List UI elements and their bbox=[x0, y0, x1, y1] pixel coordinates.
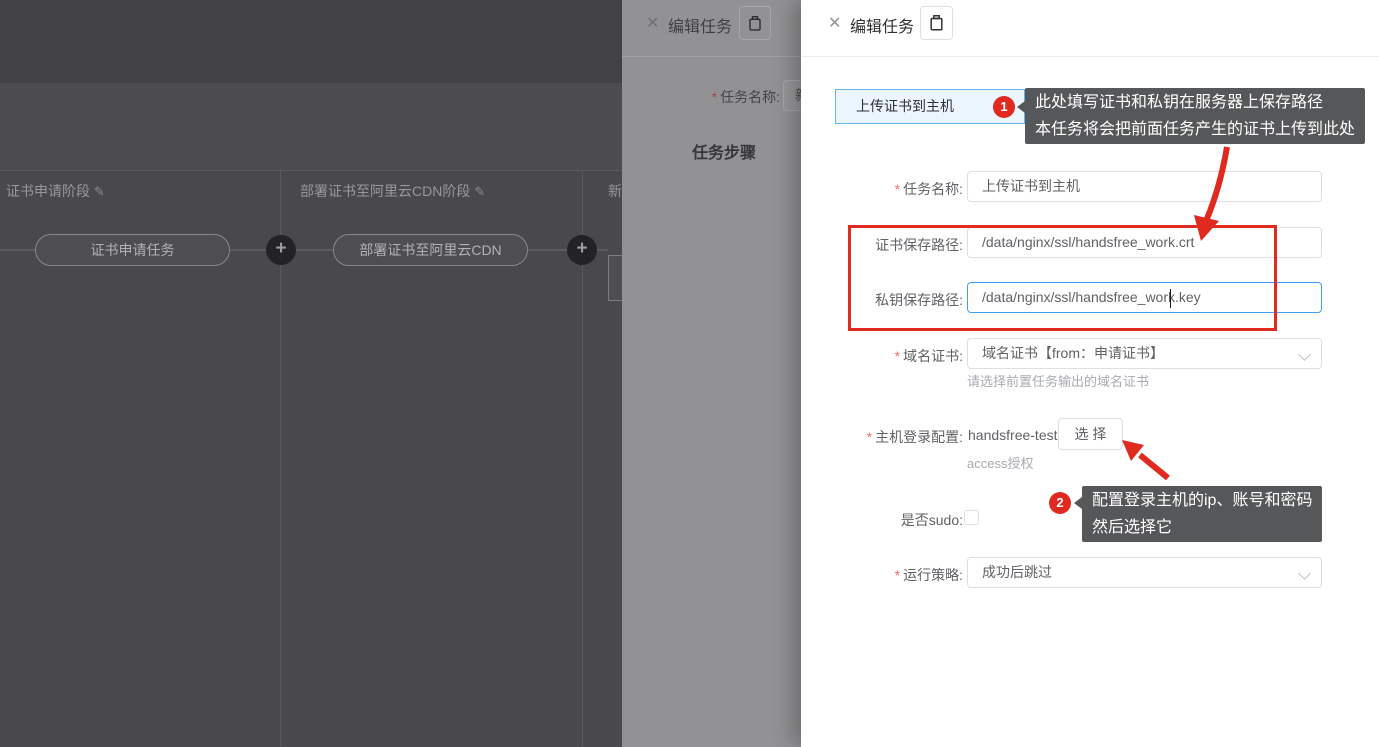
field-label: 私钥保存路径: bbox=[823, 290, 963, 310]
host-login-value: handsfree-test bbox=[968, 427, 1058, 443]
annotation-step-2-badge: 2 bbox=[1049, 492, 1071, 514]
chevron-down-icon[interactable] bbox=[1298, 567, 1311, 580]
key-path-value: /data/nginx/ssl/handsfree_work.key bbox=[982, 289, 1201, 305]
task-steps-heading: 任务步骤 bbox=[692, 139, 756, 163]
tooltip-line: 然后选择它 bbox=[1092, 514, 1312, 541]
divider bbox=[622, 56, 801, 57]
workflow-toolbar bbox=[0, 83, 622, 170]
required-mark: * bbox=[895, 567, 900, 583]
domain-cert-select[interactable]: 域名证书【from：申请证书】 bbox=[967, 338, 1322, 369]
required-mark: * bbox=[895, 181, 900, 197]
field-helper: access授权 bbox=[967, 453, 1033, 472]
field-label: *任务名称: bbox=[640, 87, 780, 107]
host-select-button[interactable]: 选 择 bbox=[1058, 418, 1123, 450]
task-node-label: 证书申请任务 bbox=[91, 240, 175, 260]
field-label: 是否sudo: bbox=[823, 510, 963, 530]
field-label: *主机登录配置: bbox=[823, 427, 963, 447]
annotation-tooltip-1: 此处填写证书和私钥在服务器上保存路径 本任务将会把前面任务产生的证书上传到此处 bbox=[1025, 88, 1365, 144]
run-strategy-select[interactable]: 成功后跳过 bbox=[967, 557, 1322, 588]
app-topbar bbox=[0, 0, 622, 83]
stage-title: 部署证书至阿里云CDN阶段 bbox=[300, 183, 470, 199]
stage-header: 部署证书至阿里云CDN阶段 ✎ bbox=[300, 181, 485, 201]
task-node-deploy-cdn[interactable]: 部署证书至阿里云CDN bbox=[333, 234, 528, 266]
drawer-title: 编辑任务 bbox=[850, 13, 914, 37]
add-task-button[interactable]: + bbox=[266, 235, 296, 265]
task-name-input-back[interactable]: 新 bbox=[783, 80, 801, 111]
close-icon[interactable]: ✕ bbox=[828, 13, 841, 33]
tooltip-line: 配置登录主机的ip、账号和密码 bbox=[1092, 487, 1312, 514]
field-label: *域名证书: bbox=[823, 346, 963, 366]
edit-stage-icon[interactable]: ✎ bbox=[474, 184, 485, 199]
key-path-input[interactable]: /data/nginx/ssl/handsfree_work.key bbox=[967, 282, 1322, 313]
delete-task-button[interactable] bbox=[739, 6, 771, 40]
field-label: *运行策略: bbox=[823, 565, 963, 585]
stage-header: 新阶段 bbox=[608, 181, 622, 201]
drawer-title: 编辑任务 bbox=[668, 13, 732, 37]
stage-title: 新阶段 bbox=[608, 183, 622, 199]
tooltip-line: 本任务将会把前面任务产生的证书上传到此处 bbox=[1035, 116, 1355, 143]
annotation-step-1-badge: 1 bbox=[993, 96, 1015, 118]
task-node-cert-request[interactable]: 证书申请任务 bbox=[35, 234, 230, 266]
field-helper: 请选择前置任务输出的域名证书 bbox=[967, 371, 1149, 390]
tooltip-line: 此处填写证书和私钥在服务器上保存路径 bbox=[1035, 89, 1355, 116]
required-mark: * bbox=[712, 89, 717, 105]
delete-task-button[interactable] bbox=[920, 6, 953, 40]
add-task-button[interactable]: + bbox=[567, 235, 597, 265]
field-label: 证书保存路径: bbox=[823, 235, 963, 255]
trash-icon bbox=[747, 15, 763, 32]
workflow-background: 证书申请阶段 ✎ 部署证书至阿里云CDN阶段 ✎ 新阶段 证书申请任务 + 部署证书… bbox=[0, 0, 622, 747]
edit-task-drawer-back: ✕ 编辑任务 *任务名称: 新 任务步骤 bbox=[622, 0, 801, 747]
stage-title: 证书申请阶段 bbox=[6, 183, 90, 199]
divider bbox=[0, 170, 622, 171]
run-strategy-value: 成功后跳过 bbox=[982, 564, 1052, 580]
required-mark: * bbox=[867, 429, 872, 445]
trash-icon bbox=[928, 14, 945, 32]
task-name-input[interactable]: 上传证书到主机 bbox=[967, 171, 1322, 202]
task-node-label: 部署证书至阿里云CDN bbox=[359, 240, 501, 260]
sudo-checkbox[interactable] bbox=[964, 510, 979, 525]
annotation-tooltip-2: 配置登录主机的ip、账号和密码 然后选择它 bbox=[1082, 486, 1322, 542]
chevron-down-icon[interactable] bbox=[1298, 348, 1311, 361]
divider bbox=[801, 56, 1379, 57]
close-icon[interactable]: ✕ bbox=[646, 13, 659, 33]
text-caret bbox=[1170, 289, 1171, 308]
cert-path-input[interactable]: /data/nginx/ssl/handsfree_work.crt bbox=[967, 227, 1322, 258]
stage-header: 证书申请阶段 ✎ bbox=[6, 181, 105, 201]
task-node-partial[interactable] bbox=[608, 255, 622, 301]
edit-stage-icon[interactable]: ✎ bbox=[94, 184, 105, 199]
domain-cert-value: 域名证书【from：申请证书】 bbox=[982, 345, 1164, 361]
field-label: *任务名称: bbox=[823, 179, 963, 199]
required-mark: * bbox=[895, 348, 900, 364]
page: 证书申请阶段 ✎ 部署证书至阿里云CDN阶段 ✎ 新阶段 证书申请任务 + 部署证书… bbox=[0, 0, 1379, 747]
